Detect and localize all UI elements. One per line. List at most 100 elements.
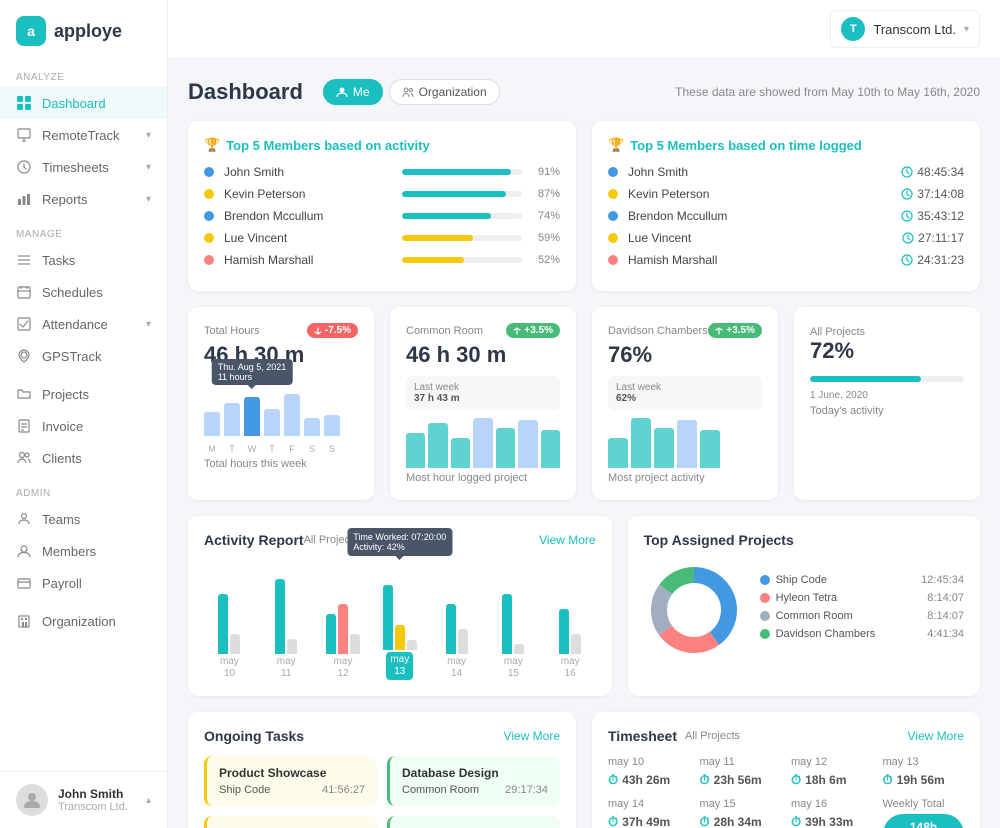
sidebar-item-reports[interactable]: Reports ▾ (0, 183, 167, 215)
sidebar-item-timesheets[interactable]: Timesheets ▾ (0, 151, 167, 183)
davidson-label: Davidson Chambers (608, 325, 708, 337)
timesheet-view-more[interactable]: View More (908, 729, 964, 743)
activity-view-more[interactable]: View More (539, 533, 595, 547)
tasks-view-more[interactable]: View More (504, 729, 560, 743)
tooltip-date: Thu. Aug 5, 2021 (218, 362, 287, 372)
sidebar-item-invoice[interactable]: Invoice (0, 410, 167, 442)
sidebar-item-members[interactable]: Members (0, 535, 167, 567)
label-S1: S (304, 444, 320, 454)
legend-label-ship: Ship Code (776, 574, 827, 586)
logo-area: a apploye (0, 0, 167, 58)
ts-time-may12: ⏱ 18h 6m (791, 772, 873, 788)
member-pct: 59% (532, 232, 560, 244)
common-room-chart (406, 418, 560, 468)
sidebar-label-clients: Clients (42, 451, 82, 466)
chevron-reports: ▾ (146, 194, 151, 205)
act-bar-may10 (218, 574, 240, 654)
ts-weekly-value: ⏱ 148h 12m (883, 814, 965, 828)
label-W: W (244, 444, 260, 454)
member-name: Kevin Peterson (628, 187, 891, 201)
time-member-row: John Smith 48:45:34 (608, 165, 964, 179)
bar-tooltip: Thu. Aug 5, 2021 11 hours (212, 359, 293, 385)
ts-weekly-label: Weekly Total (883, 798, 965, 810)
legend-label-davidson: Davidson Chambers (776, 628, 876, 640)
sidebar-item-projects[interactable]: Projects (0, 378, 167, 410)
common-room-value: 46 h 30 m (406, 342, 560, 368)
member-name: Hamish Marshall (224, 253, 392, 267)
ts-may11: may 11 ⏱ 23h 56m (700, 756, 782, 788)
act-bar-may11 (275, 574, 297, 654)
org-selector[interactable]: T Transcom Ltd. ▾ (830, 10, 980, 48)
legend-hyleon: Hyleon Tetra 8:14:07 (760, 592, 964, 604)
tab-organization[interactable]: Organization (389, 79, 500, 105)
gray-bar-may14 (458, 629, 468, 654)
top-activity-card: 🏆 Top 5 Members based on activity John S… (188, 121, 576, 291)
teal-bar-may14 (446, 604, 456, 654)
chevron-timesheets: ▾ (146, 162, 151, 173)
ts-time-may16: ⏱ 39h 33m (791, 814, 873, 828)
bar-W: Thu. Aug 5, 2021 11 hours (244, 397, 260, 436)
total-hours-card: Total Hours -7.5% 46 h 30 m Thu. Aug 5, … (188, 307, 374, 500)
member-time: 24:31:23 (901, 253, 964, 267)
act-bar-may14 (446, 574, 468, 654)
task-meta-2: Common Room 29:17:34 (402, 784, 548, 796)
sidebar-item-tasks[interactable]: Tasks (0, 244, 167, 276)
arrow-down-icon (314, 327, 322, 335)
legend-dot-davidson (760, 629, 770, 639)
teal-bar-may10 (218, 594, 228, 654)
member-dot (204, 255, 214, 265)
date-may12: may12 (334, 656, 353, 680)
payroll-icon (16, 575, 32, 591)
member-dot (204, 167, 214, 177)
org-avatar: T (841, 17, 865, 41)
activity-members-list: John Smith 91% Kevin Peterson 87% Brendo… (204, 165, 560, 267)
tasks-title: Ongoing Tasks (204, 728, 304, 744)
timesheet-title: Timesheet (608, 728, 677, 744)
date-may10: may10 (220, 656, 239, 680)
member-dot (204, 189, 214, 199)
member-dot (608, 189, 618, 199)
user-chevron-icon: ▴ (146, 795, 151, 806)
dashboard-tabs: Me Organization (323, 79, 500, 105)
donut-legend: Ship Code 12:45:34 Hyleon Tetra 8:14:07 … (760, 574, 964, 646)
sidebar-item-schedules[interactable]: Schedules (0, 276, 167, 308)
all-projects-card: All Projects 72% 1 June, 2020 Today's ac… (794, 307, 980, 500)
task-project-1: Ship Code (219, 784, 270, 796)
red-bar-may12 (338, 604, 348, 654)
ts-may14: may 14 ⏱ 37h 49m (608, 798, 690, 828)
sidebar-item-gpstrack[interactable]: GPSTrack (0, 340, 167, 372)
top-projects-card: Top Assigned Projects (628, 516, 980, 696)
common-room-label: Common Room (406, 325, 483, 337)
top-members-row: 🏆 Top 5 Members based on activity John S… (188, 121, 980, 291)
act-col-may14: may14 (431, 574, 482, 680)
map-pin-icon (16, 348, 32, 364)
teams-icon (16, 511, 32, 527)
arrow-up-icon (513, 327, 521, 335)
clock-icon (901, 188, 913, 200)
legend-ship-code: Ship Code 12:45:34 (760, 574, 964, 586)
page-title: Dashboard (188, 79, 303, 105)
task-meta-1: Ship Code 41:56:27 (219, 784, 365, 796)
total-hours-badge: -7.5% (307, 323, 358, 338)
sidebar-item-organization[interactable]: Organization (0, 605, 167, 637)
section-analyze: Analyze (0, 58, 167, 87)
member-name: Kevin Peterson (224, 187, 392, 201)
task-fixing-page: Fixing Page Speed - Landing... Project A… (387, 816, 560, 828)
sidebar-item-dashboard[interactable]: Dashboard (0, 87, 167, 119)
timesheet-card: Timesheet All Projects View More may 10 … (592, 712, 980, 828)
sidebar-item-attendance[interactable]: Attendance ▾ (0, 308, 167, 340)
sidebar-label-organization: Organization (42, 614, 116, 629)
tab-me[interactable]: Me (323, 79, 383, 105)
member-pct: 91% (532, 166, 560, 178)
chevron-attendance: ▾ (146, 319, 151, 330)
sidebar-user[interactable]: John Smith Transcom Ltd. ▴ (0, 771, 167, 828)
clock5-icon: ⏱ (608, 814, 618, 828)
teal-bar-may15 (502, 594, 512, 654)
top-activity-title: 🏆 Top 5 Members based on activity (204, 137, 560, 153)
sidebar-item-payroll[interactable]: Payroll (0, 567, 167, 599)
sidebar-item-teams[interactable]: Teams (0, 503, 167, 535)
legend-common: Common Room 8:14:07 (760, 610, 964, 622)
bar-fill (402, 235, 473, 241)
sidebar-item-remotetrack[interactable]: RemoteTrack ▾ (0, 119, 167, 151)
sidebar-item-clients[interactable]: Clients (0, 442, 167, 474)
